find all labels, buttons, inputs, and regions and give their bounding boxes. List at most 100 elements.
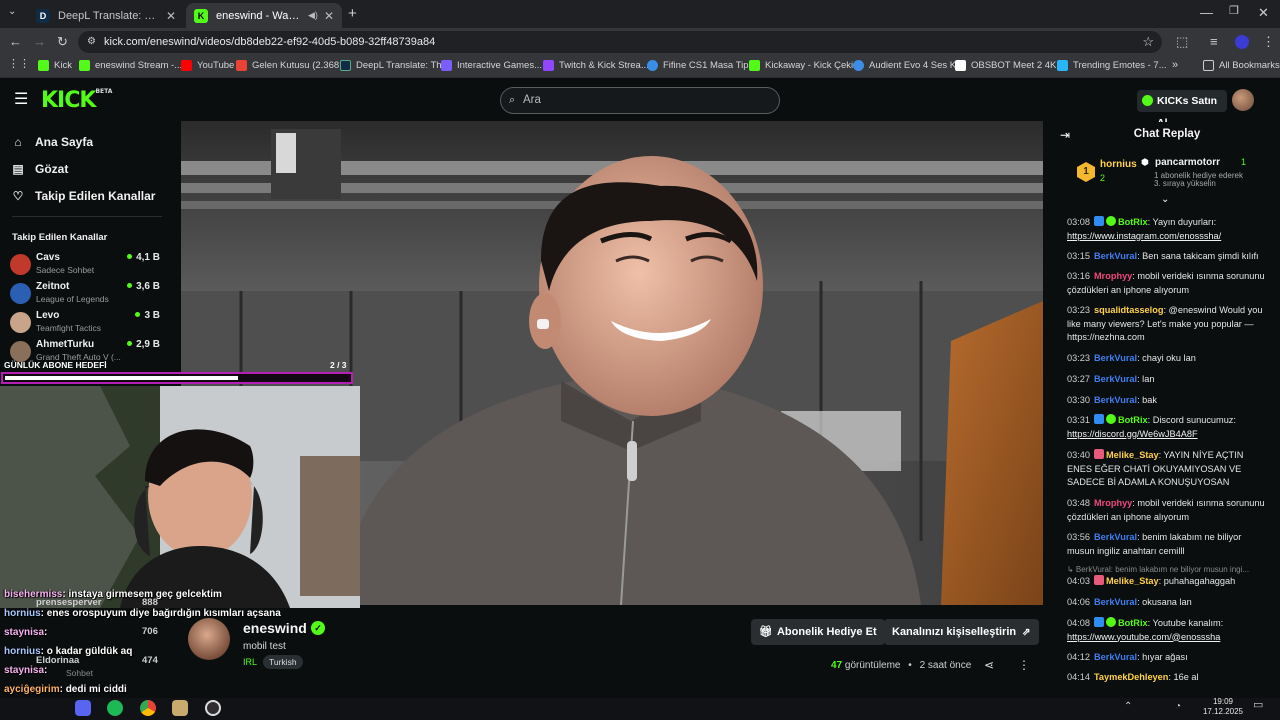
chat-message: 03:48 Mrophyy: mobil verideki ısınma soru… bbox=[1067, 497, 1267, 524]
nav-following[interactable]: ♡ Takip Edilen Kanallar bbox=[12, 189, 156, 203]
search-input[interactable]: ⌕ Ara bbox=[500, 87, 780, 114]
message-user[interactable]: BotRix bbox=[1118, 415, 1148, 425]
message-user[interactable]: Mrophyy bbox=[1094, 271, 1132, 281]
views-count: 47 bbox=[831, 660, 843, 671]
nav-browse[interactable]: ▤ Gözat bbox=[12, 162, 68, 176]
wifi-icon[interactable]: ◔ bbox=[1175, 702, 1181, 712]
games-icon bbox=[441, 60, 452, 71]
bookmark-star-icon[interactable]: ☆ bbox=[1142, 31, 1154, 53]
message-time: 04:14 bbox=[1067, 672, 1090, 682]
bookmark-item[interactable]: Kick bbox=[38, 60, 72, 71]
message-user[interactable]: Melike_Stay bbox=[1106, 576, 1159, 586]
streamer-name[interactable]: eneswind bbox=[243, 620, 307, 636]
message-link[interactable]: https://discord.gg/We6wJB4A8F bbox=[1067, 429, 1198, 439]
streamer-avatar[interactable] bbox=[188, 618, 230, 660]
more-bookmarks-icon[interactable]: » bbox=[1172, 60, 1178, 71]
obsbot-icon bbox=[955, 60, 966, 71]
all-bookmarks[interactable]: All Bookmarks bbox=[1203, 60, 1280, 71]
sidebar-channel[interactable]: Cavs Sadece Sohbet 4,1 B bbox=[10, 251, 160, 278]
close-window-icon[interactable]: ✕ bbox=[1258, 6, 1269, 19]
stream-tag[interactable]: Turkish bbox=[263, 655, 303, 669]
site-info-icon[interactable]: ⚙ bbox=[87, 31, 96, 53]
bookmark-item[interactable]: DeepL Translate: Th... bbox=[340, 60, 449, 71]
new-tab-button[interactable]: + bbox=[348, 6, 357, 21]
notification-icon[interactable]: ▭ bbox=[1253, 700, 1263, 711]
message-user[interactable]: BerkVural bbox=[1094, 395, 1137, 405]
message-user[interactable]: BerkVural bbox=[1094, 353, 1137, 363]
tab-deepl[interactable]: D DeepL Translate: The world's m ✕ bbox=[28, 3, 184, 28]
nav-home[interactable]: ⌂ Ana Sayfa bbox=[12, 135, 93, 149]
bookmark-item[interactable]: Audient Evo 4 Ses K... bbox=[853, 60, 964, 71]
share-icon[interactable]: ⋖ bbox=[984, 659, 994, 671]
bookmark-item[interactable]: Kickaway - Kick Çeki... bbox=[749, 60, 861, 71]
reload-icon[interactable]: ↻ bbox=[57, 35, 68, 48]
clock[interactable]: 19:09 17.12.2025 bbox=[1198, 697, 1248, 717]
message-user[interactable]: BotRix bbox=[1118, 217, 1148, 227]
close-tab-icon[interactable]: ✕ bbox=[166, 9, 176, 23]
chat-message: 03:08 BotRix: Yayın duyurları: https://ww… bbox=[1067, 216, 1267, 243]
message-time: 03:48 bbox=[1067, 498, 1090, 508]
user-avatar[interactable] bbox=[1232, 89, 1254, 111]
media-icon[interactable]: ≡ bbox=[1210, 35, 1218, 48]
discord-icon[interactable] bbox=[75, 700, 91, 716]
chrome-icon[interactable] bbox=[140, 700, 156, 716]
bookmark-item[interactable]: Fifine CS1 Masa Tipi... bbox=[647, 60, 759, 71]
extensions-icon[interactable]: ⬚ bbox=[1176, 35, 1188, 48]
speaker-icon[interactable]: ◀) bbox=[308, 10, 318, 21]
message-user[interactable]: BerkVural bbox=[1094, 374, 1137, 384]
verified-badge-icon: ✓ bbox=[311, 621, 325, 635]
message-user[interactable]: Melike_Stay bbox=[1106, 450, 1159, 460]
tab-search-icon[interactable]: ⌄ bbox=[8, 7, 16, 17]
menu-icon[interactable]: ⋮ bbox=[1262, 35, 1275, 48]
more-options-icon[interactable]: ⋮ bbox=[1018, 659, 1030, 671]
league-icon[interactable] bbox=[172, 700, 188, 716]
bookmark-item[interactable]: Trending Emotes - 7... bbox=[1057, 60, 1167, 71]
bookmark-item[interactable]: YouTube bbox=[181, 60, 234, 71]
message-user[interactable]: Mrophyy bbox=[1094, 498, 1132, 508]
bookmark-item[interactable]: Gelen Kutusu (2.368... bbox=[236, 60, 347, 71]
back-icon[interactable]: ← bbox=[9, 35, 22, 48]
spotify-icon[interactable] bbox=[107, 700, 123, 716]
buy-kicks-button[interactable]: KICKs Satın Al bbox=[1137, 90, 1227, 129]
gift-leaderboard: 1 hornius 2 ⬢ pancarmotorr 1 1 abonelik … bbox=[1068, 152, 1268, 198]
sidebar-channel[interactable]: Zeitnot League of Legends 3,6 B bbox=[10, 280, 160, 307]
tray-chevron-icon[interactable]: ⌃ bbox=[1124, 702, 1132, 712]
gift-sub-button[interactable]: 🎁︎ Abonelik Hediye Et bbox=[751, 619, 885, 645]
facecam-overlay bbox=[0, 386, 360, 608]
message-user[interactable]: BotRix bbox=[1118, 618, 1148, 628]
stream-category[interactable]: IRL bbox=[243, 657, 257, 667]
message-link[interactable]: https://www.youtube.com/@enosssha bbox=[1067, 632, 1220, 642]
heart-icon: ♡ bbox=[12, 189, 24, 203]
message-user[interactable]: BerkVural bbox=[1094, 652, 1137, 662]
tab-kick[interactable]: K eneswind - Watch the VOD ◀) ✕ bbox=[186, 3, 342, 28]
bookmark-item[interactable]: Twitch & Kick Strea... bbox=[543, 60, 649, 71]
reply-preview[interactable]: ↳ BerkVural: benim lakabım ne biliyor mu… bbox=[1067, 564, 1267, 575]
profile-avatar[interactable] bbox=[1235, 35, 1249, 49]
message-user[interactable]: TaymekDehleyen bbox=[1094, 672, 1168, 682]
restore-icon[interactable]: ❐ bbox=[1229, 6, 1239, 17]
bookmark-item[interactable]: eneswind Stream -... bbox=[79, 60, 182, 71]
chevron-down-icon[interactable]: ⌄ bbox=[1161, 195, 1169, 205]
bookmark-item[interactable]: Interactive Games... bbox=[441, 60, 542, 71]
sidebar-channel[interactable]: Levo Teamfight Tactics 3 B bbox=[10, 309, 160, 336]
kick-logo[interactable]: KICKBETA bbox=[41, 88, 112, 113]
message-user[interactable]: BerkVural bbox=[1094, 251, 1137, 261]
kick-icon bbox=[79, 60, 90, 71]
close-tab-icon[interactable]: ✕ bbox=[324, 9, 334, 23]
chat-message: 03:15 BerkVural: Ben sana takicam şimdi k… bbox=[1067, 250, 1267, 264]
minimize-icon[interactable]: — bbox=[1200, 6, 1213, 19]
bookmark-item[interactable]: OBSBOT Meet 2 4K... bbox=[955, 60, 1064, 71]
message-time: 03:27 bbox=[1067, 374, 1090, 384]
message-user[interactable]: BerkVural bbox=[1094, 532, 1137, 542]
message-link[interactable]: https://www.instagram.com/enosssha/ bbox=[1067, 231, 1221, 241]
customize-channel-button[interactable]: Kanalınızı kişiselleştirin ⇗ bbox=[884, 619, 1039, 645]
apps-icon[interactable]: ⋮⋮ bbox=[8, 59, 30, 70]
obs-icon[interactable] bbox=[205, 700, 221, 716]
forward-icon[interactable]: → bbox=[33, 35, 46, 48]
message-user[interactable]: BerkVural bbox=[1094, 597, 1137, 607]
chat-message: ↳ BerkVural: benim lakabım ne biliyor mu… bbox=[1067, 564, 1267, 589]
address-bar[interactable]: ⚙ kick.com/eneswind/videos/db8deb22-ef92… bbox=[78, 31, 1162, 53]
message-user[interactable]: squalidtasselog bbox=[1094, 305, 1163, 315]
hamburger-menu-icon[interactable]: ☰ bbox=[14, 92, 28, 108]
youtube-icon bbox=[181, 60, 192, 71]
